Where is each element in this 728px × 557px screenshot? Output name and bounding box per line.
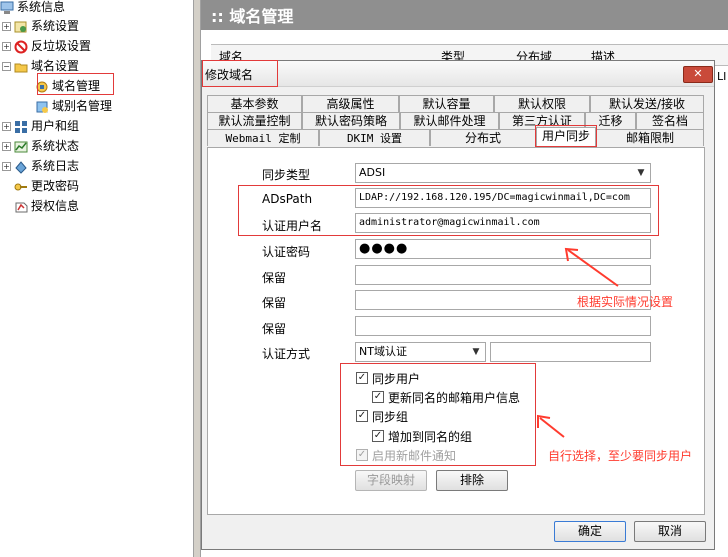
auth-method-select[interactable]: NT域认证 ▼: [355, 342, 486, 362]
tab-signature[interactable]: 签名档: [636, 112, 704, 129]
tab-user-sync[interactable]: 用户同步: [536, 127, 596, 146]
edit-domain-dialog: 修改域名 ✕ 基本参数 高级属性 默认容量 默认权限 默认发送/接收 默认流量控…: [201, 60, 715, 550]
settings-icon: [14, 20, 28, 34]
tree-label: 反垃圾设置: [31, 39, 92, 53]
navigation-tree: 系统信息 + 系统设置 + 反垃圾设置 − 域名设置 域名管理 域别名管理 + …: [0, 0, 193, 557]
reserved-label-3: 保留: [262, 322, 287, 336]
exclude-button[interactable]: 排除: [436, 470, 508, 491]
expand-toggle[interactable]: +: [2, 42, 11, 51]
users-icon: [14, 120, 28, 134]
user-sync-panel: 同步类型 ADSI ▼ ADsPath LDAP://192.168.120.1…: [207, 147, 705, 515]
log-icon: [14, 160, 28, 174]
tab-basic-params[interactable]: 基本参数: [207, 95, 302, 112]
close-icon: ✕: [693, 67, 703, 80]
tab-distributed[interactable]: 分布式: [430, 129, 536, 146]
tab-default-permission[interactable]: 默认权限: [494, 95, 590, 112]
grid-cell-fragment: LI: [717, 70, 727, 83]
tab-dkim-settings[interactable]: DKIM 设置: [319, 129, 430, 146]
field-mapping-button: 字段映射: [355, 470, 427, 491]
expand-toggle[interactable]: +: [2, 22, 11, 31]
tree-label: 系统日志: [31, 159, 80, 173]
tree-label: 系统状态: [31, 139, 80, 153]
tree-item-system-log[interactable]: 系统日志: [14, 157, 79, 175]
reserved-input-3[interactable]: [355, 316, 651, 336]
annotation-note-1: 根据实际情况设置: [577, 295, 674, 309]
ok-button[interactable]: 确定: [554, 521, 626, 542]
highlight-box: [340, 363, 536, 466]
annotation-note-2: 自行选择，至少要同步用户: [548, 449, 693, 463]
auth-password-label: 认证密码: [262, 245, 311, 259]
tree-item-system-info[interactable]: 系统信息: [0, 0, 65, 16]
auth-method-value: NT域认证: [359, 345, 407, 358]
tree-item-system-status[interactable]: 系统状态: [14, 137, 79, 155]
tree-label: 域名设置: [31, 59, 80, 73]
chevron-down-icon: ▼: [472, 347, 480, 357]
folder-icon: [14, 60, 28, 74]
tree-label: 系统设置: [31, 19, 80, 33]
highlight-box: [202, 60, 278, 87]
tab-advanced[interactable]: 高级属性: [302, 95, 399, 112]
panel-splitter[interactable]: [193, 0, 201, 557]
dialog-title-bar[interactable]: 修改域名 ✕: [202, 61, 714, 87]
tab-default-password-policy[interactable]: 默认密码策略: [302, 112, 400, 129]
tab-webmail-custom[interactable]: Webmail 定制: [207, 129, 319, 146]
reserved-label-1: 保留: [262, 271, 287, 285]
chevron-down-icon: ▼: [637, 168, 645, 178]
tree-label: 用户和组: [31, 119, 80, 133]
highlight-box: [238, 185, 659, 236]
tree-label: 系统信息: [17, 0, 66, 14]
tab-default-traffic[interactable]: 默认流量控制: [207, 112, 302, 129]
annotation-arrow-1: [564, 247, 619, 287]
expand-toggle[interactable]: +: [2, 142, 11, 151]
content-header: :: 域名管理: [201, 0, 728, 30]
status-icon: [14, 140, 28, 154]
tab-default-mail-processing[interactable]: 默认邮件处理: [400, 112, 499, 129]
highlight-box: [37, 73, 114, 95]
tree-item-domain-alias[interactable]: 域别名管理: [35, 97, 112, 115]
tree-item-system-settings[interactable]: 系统设置: [14, 17, 79, 35]
cancel-button[interactable]: 取消: [634, 521, 706, 542]
tab-default-quota[interactable]: 默认容量: [399, 95, 494, 112]
domain-alias-icon: [35, 100, 49, 114]
sync-type-select[interactable]: ADSI ▼: [355, 163, 651, 183]
tab-mailbox-limit[interactable]: 邮箱限制: [596, 129, 704, 146]
expand-toggle[interactable]: +: [2, 122, 11, 131]
auth-method-extra-input[interactable]: [490, 342, 651, 362]
expand-toggle[interactable]: +: [2, 162, 11, 171]
tree-item-license-info[interactable]: 授权信息: [14, 197, 79, 215]
tree-label: 域别名管理: [52, 99, 113, 113]
tree-label: 更改密码: [31, 179, 80, 193]
reserved-label-2: 保留: [262, 296, 287, 310]
auth-method-label: 认证方式: [262, 347, 311, 361]
tree-item-users-groups[interactable]: 用户和组: [14, 117, 79, 135]
no-entry-icon: [14, 40, 28, 54]
tab-default-send-receive[interactable]: 默认发送/接收: [590, 95, 704, 112]
sync-type-label: 同步类型: [262, 168, 311, 182]
tree-item-change-password[interactable]: 更改密码: [14, 177, 79, 195]
annotation-arrow-2: [537, 414, 565, 438]
tree-item-antispam[interactable]: 反垃圾设置: [14, 37, 91, 55]
collapse-toggle[interactable]: −: [2, 62, 11, 71]
page-title: :: 域名管理: [211, 7, 294, 26]
tree-label: 授权信息: [31, 199, 80, 213]
key-icon: [14, 180, 28, 194]
sync-type-value: ADSI: [359, 166, 386, 179]
license-icon: [14, 200, 28, 214]
computer-icon: [0, 1, 14, 15]
dialog-close-button[interactable]: ✕: [683, 66, 713, 83]
